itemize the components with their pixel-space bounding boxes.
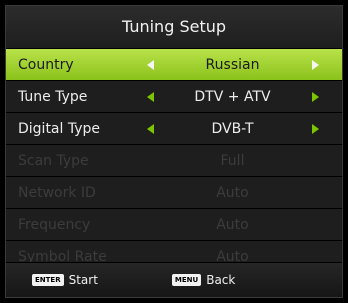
menu-hint[interactable]: MENU Back	[171, 273, 236, 287]
left-arrow-icon[interactable]	[139, 91, 161, 102]
setting-label: Frequency	[18, 216, 91, 233]
setting-label: Tune Type	[18, 88, 88, 105]
settings-list: Country Russian Tune Type DTV + ATV Digi…	[6, 49, 342, 273]
footer-hints: ENTER Start MENU Back	[6, 262, 342, 297]
enter-hint[interactable]: ENTER Start	[32, 273, 98, 287]
setting-label: Country	[18, 56, 74, 73]
screen-frame: Tuning Setup Country Russian Tune Type D…	[0, 0, 348, 303]
right-arrow-icon[interactable]	[304, 59, 326, 70]
setting-row-tune-type[interactable]: Tune Type DTV + ATV	[6, 81, 342, 113]
setting-value: DTV + ATV	[194, 88, 271, 105]
setting-row-network-id: Network ID Auto	[6, 177, 342, 209]
enter-hint-label: Start	[68, 273, 98, 287]
setting-label: Digital Type	[18, 120, 101, 137]
setting-label: Network ID	[18, 184, 96, 201]
setting-row-frequency: Frequency Auto	[6, 209, 342, 241]
left-arrow-icon[interactable]	[139, 123, 161, 134]
left-arrow-icon[interactable]	[139, 59, 161, 70]
menu-hint-label: Back	[206, 273, 236, 287]
menu-key-icon: MENU	[171, 274, 202, 286]
right-arrow-icon[interactable]	[304, 91, 326, 102]
setting-row-digital-type[interactable]: Digital Type DVB-T	[6, 113, 342, 145]
setting-value: Russian	[205, 56, 260, 73]
setting-label: Scan Type	[18, 152, 89, 169]
setting-value: Auto	[216, 184, 249, 201]
dialog-title: Tuning Setup	[6, 6, 342, 49]
tuning-setup-dialog: Tuning Setup Country Russian Tune Type D…	[5, 5, 343, 298]
right-arrow-icon[interactable]	[304, 123, 326, 134]
setting-value: Full	[220, 152, 245, 169]
setting-value: Auto	[216, 216, 249, 233]
setting-row-country[interactable]: Country Russian	[6, 49, 342, 81]
setting-row-scan-type: Scan Type Full	[6, 145, 342, 177]
setting-value: DVB-T	[211, 120, 254, 137]
enter-key-icon: ENTER	[32, 274, 64, 286]
